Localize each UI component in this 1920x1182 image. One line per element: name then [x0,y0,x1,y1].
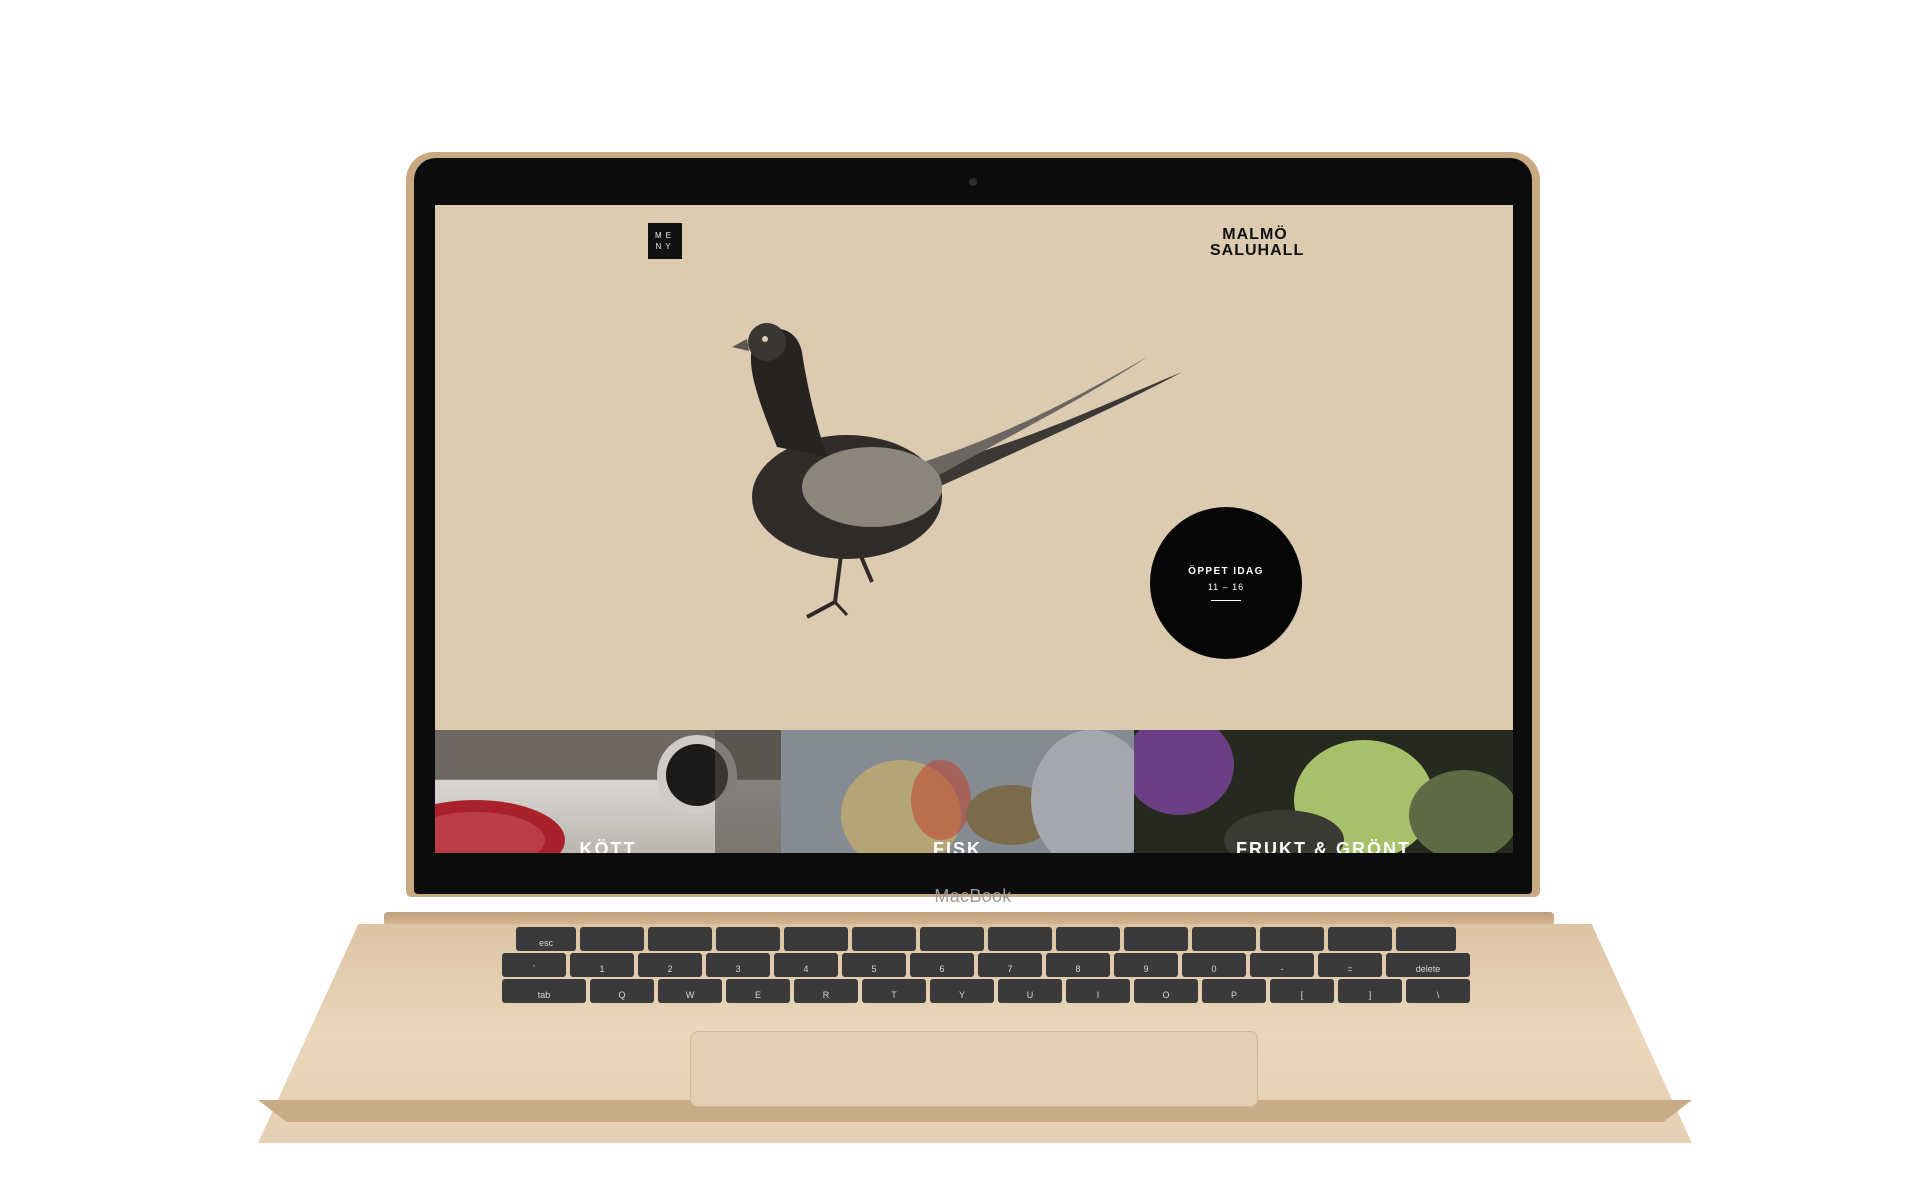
site-logo[interactable]: MALMÖ SALUHALL [1210,226,1305,259]
category-tile-meat[interactable]: KÖTT [435,730,781,853]
key-3[interactable]: 3 [706,953,770,977]
key-equals[interactable]: = [1318,953,1382,977]
category-label-fish: FISK [932,839,982,853]
opening-hours-divider [1211,599,1241,601]
key-t[interactable]: T [862,979,926,1003]
category-tile-fruit-veg[interactable]: FRUKT & GRÖNT [1134,730,1513,853]
key-f5[interactable] [852,927,916,951]
opening-hours-badge[interactable]: ÖPPET IDAG 11 – 16 [1150,507,1302,659]
key-2[interactable]: 2 [638,953,702,977]
key-f1[interactable] [580,927,644,951]
keyboard-row-numbers: ` 1 2 3 4 5 6 7 8 9 0 - = delete [347,953,1625,977]
laptop-mockup: ME NY MALMÖ SALUHALL ÖPPET IDAG 11 – 16 … [0,0,1920,1182]
key-f6[interactable] [920,927,984,951]
key-5[interactable]: 5 [842,953,906,977]
trackpad[interactable] [690,1031,1258,1107]
key-f2[interactable] [648,927,712,951]
keyboard-row-function: esc [347,927,1625,951]
key-esc[interactable]: esc [516,927,576,951]
key-backtick[interactable]: ` [502,953,566,977]
pheasant-illustration [732,323,1182,619]
logo-line-2: SALUHALL [1210,242,1305,259]
key-f7[interactable] [988,927,1052,951]
key-f9[interactable] [1124,927,1188,951]
key-w[interactable]: W [658,979,722,1003]
menu-label-line-1: ME [655,231,675,240]
keyboard-row-top-letters: tab Q W E R T Y U I O P [ ] \ [347,979,1625,1003]
menu-button[interactable]: ME NY [648,223,682,259]
key-0[interactable]: 0 [1182,953,1246,977]
fish-photo [781,730,1134,853]
key-f4[interactable] [784,927,848,951]
key-o[interactable]: O [1134,979,1198,1003]
key-u[interactable]: U [998,979,1062,1003]
key-1[interactable]: 1 [570,953,634,977]
vegetables-photo [1134,730,1513,853]
key-f11[interactable] [1260,927,1324,951]
key-f3[interactable] [716,927,780,951]
menu-label-line-2: NY [655,242,675,251]
key-minus[interactable]: - [1250,953,1314,977]
camera-icon [969,178,977,186]
key-delete[interactable]: delete [1386,953,1470,977]
key-i[interactable]: I [1066,979,1130,1003]
opening-hours-time: 11 – 16 [1207,581,1245,592]
key-y[interactable]: Y [930,979,994,1003]
category-tiles: KÖTT FISK FRUKT & GRÖNT [435,730,1513,853]
category-tile-fish[interactable]: FISK [781,730,1134,853]
device-brand-label: MacBook [934,886,1012,906]
key-tab[interactable]: tab [502,979,586,1003]
logo-line-1: MALMÖ [1222,226,1288,243]
category-label-fruit-veg: FRUKT & GRÖNT [1236,839,1411,853]
key-f8[interactable] [1056,927,1120,951]
key-9[interactable]: 9 [1114,953,1178,977]
website-screen: ME NY MALMÖ SALUHALL ÖPPET IDAG 11 – 16 … [435,205,1513,853]
key-f12[interactable] [1328,927,1392,951]
key-7[interactable]: 7 [978,953,1042,977]
key-4[interactable]: 4 [774,953,838,977]
key-backslash[interactable]: \ [1406,979,1470,1003]
key-r[interactable]: R [794,979,858,1003]
laptop-hinge [384,912,1554,926]
category-label-meat: KÖTT [579,839,637,853]
key-power[interactable] [1396,927,1456,951]
key-p[interactable]: P [1202,979,1266,1003]
key-q[interactable]: Q [590,979,654,1003]
key-f10[interactable] [1192,927,1256,951]
keyboard: esc ` 1 2 3 4 5 6 7 8 9 0 - = delete tab… [347,927,1625,1029]
key-e[interactable]: E [726,979,790,1003]
key-8[interactable]: 8 [1046,953,1110,977]
opening-hours-title: ÖPPET IDAG [1188,565,1264,577]
key-6[interactable]: 6 [910,953,974,977]
meat-photo [435,730,781,853]
key-close-bracket[interactable]: ] [1338,979,1402,1003]
key-open-bracket[interactable]: [ [1270,979,1334,1003]
